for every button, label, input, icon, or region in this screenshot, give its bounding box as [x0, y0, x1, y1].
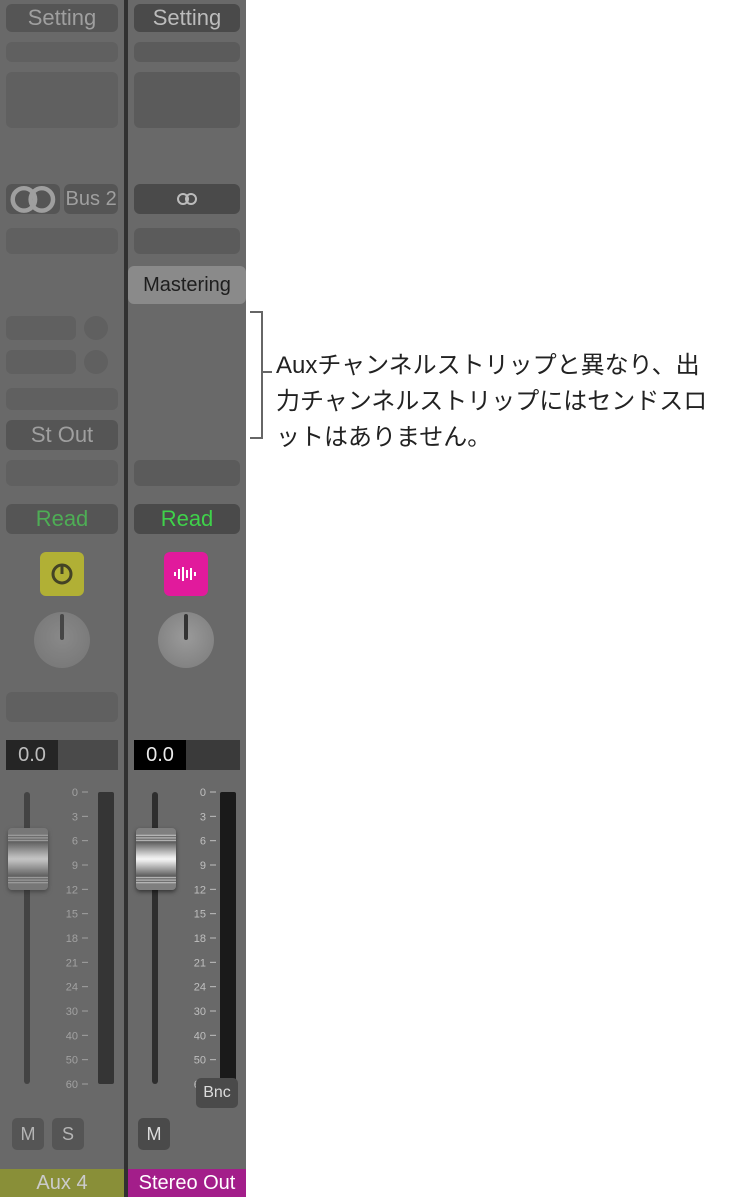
svg-text:30: 30 — [66, 1006, 78, 1018]
svg-text:15: 15 — [194, 909, 206, 921]
mastering-slot[interactable]: Mastering — [128, 266, 246, 304]
setting-button[interactable]: Setting — [134, 4, 240, 32]
svg-text:12: 12 — [194, 884, 206, 896]
input-row[interactable]: Bus 2 — [6, 184, 118, 214]
fader-cap[interactable] — [8, 828, 48, 890]
channel-name[interactable]: Aux 4 — [0, 1169, 124, 1197]
svg-text:6: 6 — [72, 836, 78, 848]
level-readout-row: 0.0 — [134, 740, 240, 770]
slot-empty[interactable] — [6, 388, 118, 410]
level-meter — [220, 792, 236, 1084]
svg-text:15: 15 — [66, 909, 78, 921]
level-meter — [98, 792, 114, 1084]
svg-text:6: 6 — [200, 836, 206, 848]
meter-scale: 0369121518212430405060 — [194, 788, 216, 1088]
level-readout: 0.0 — [6, 740, 58, 770]
stereo-link-icon — [174, 189, 200, 209]
send-knob-slot[interactable] — [84, 316, 108, 340]
svg-text:30: 30 — [194, 1006, 206, 1018]
track-icon[interactable] — [164, 552, 208, 596]
fader-area: 0 3 6 9 12 15 18 21 24 30 40 50 60 — [6, 788, 118, 1088]
pan-knob[interactable] — [158, 612, 214, 668]
slot-empty[interactable] — [134, 72, 240, 128]
pan-knob[interactable] — [34, 612, 90, 668]
svg-text:21: 21 — [194, 957, 206, 969]
slot-empty[interactable] — [134, 42, 240, 62]
callout-text: Auxチャンネルストリップと異なり、出力チャンネルストリップにはセンドスロットは… — [276, 348, 716, 456]
send-knob-slot[interactable] — [84, 350, 108, 374]
slot-empty[interactable] — [6, 228, 118, 254]
bus-label: Bus 2 — [64, 184, 118, 214]
svg-text:40: 40 — [194, 1030, 206, 1042]
slot-empty[interactable] — [6, 42, 118, 62]
svg-text:18: 18 — [66, 933, 78, 945]
waveform-icon — [173, 565, 199, 583]
svg-text:3: 3 — [72, 811, 78, 823]
fader-cap[interactable] — [136, 828, 176, 890]
slot-empty[interactable] — [6, 692, 118, 722]
svg-text:40: 40 — [66, 1030, 78, 1042]
automation-mode-button[interactable]: Read — [134, 504, 240, 534]
peak-readout — [186, 740, 240, 770]
meter-scale: 0 3 6 9 12 15 18 21 24 30 40 50 60 — [66, 788, 88, 1088]
output-selector[interactable]: St Out — [6, 420, 118, 450]
peak-readout — [58, 740, 118, 770]
svg-text:50: 50 — [66, 1055, 78, 1067]
solo-button[interactable]: S — [52, 1118, 84, 1150]
svg-text:9: 9 — [200, 860, 206, 872]
stereo-link-icon — [6, 184, 60, 214]
slot-empty[interactable] — [6, 72, 118, 128]
stereo-link-button[interactable] — [134, 184, 240, 214]
channel-name[interactable]: Stereo Out — [128, 1169, 246, 1197]
svg-text:18: 18 — [194, 933, 206, 945]
svg-text:60: 60 — [66, 1079, 78, 1088]
channel-strip-aux: Setting Bus 2 St Out Read 0.0 — [0, 0, 124, 1197]
automation-mode-button[interactable]: Read — [6, 504, 118, 534]
channel-strip-output: Setting Mastering Read 0.0 0 3 6 9 — [128, 0, 246, 1197]
svg-text:3: 3 — [200, 811, 206, 823]
track-icon[interactable] — [40, 552, 84, 596]
svg-text:24: 24 — [194, 982, 206, 994]
svg-text:24: 24 — [66, 982, 78, 994]
setting-button[interactable]: Setting — [6, 4, 118, 32]
level-readout: 0.0 — [134, 740, 186, 770]
svg-text:0: 0 — [72, 788, 78, 799]
slot-empty[interactable] — [134, 460, 240, 486]
svg-text:50: 50 — [194, 1055, 206, 1067]
fader-area: 0369121518212430405060 — [134, 788, 240, 1088]
slot-empty[interactable] — [134, 228, 240, 254]
send-slot[interactable] — [6, 316, 76, 340]
mute-button[interactable]: M — [12, 1118, 44, 1150]
svg-text:9: 9 — [72, 860, 78, 872]
bounce-button[interactable]: Bnc — [196, 1078, 238, 1108]
callout-bracket — [248, 310, 274, 440]
svg-text:0: 0 — [200, 788, 206, 799]
mute-button[interactable]: M — [138, 1118, 170, 1150]
level-readout-row: 0.0 — [6, 740, 118, 770]
svg-text:21: 21 — [66, 957, 78, 969]
svg-text:12: 12 — [66, 884, 78, 896]
slot-empty[interactable] — [6, 460, 118, 486]
send-slot[interactable] — [6, 350, 76, 374]
